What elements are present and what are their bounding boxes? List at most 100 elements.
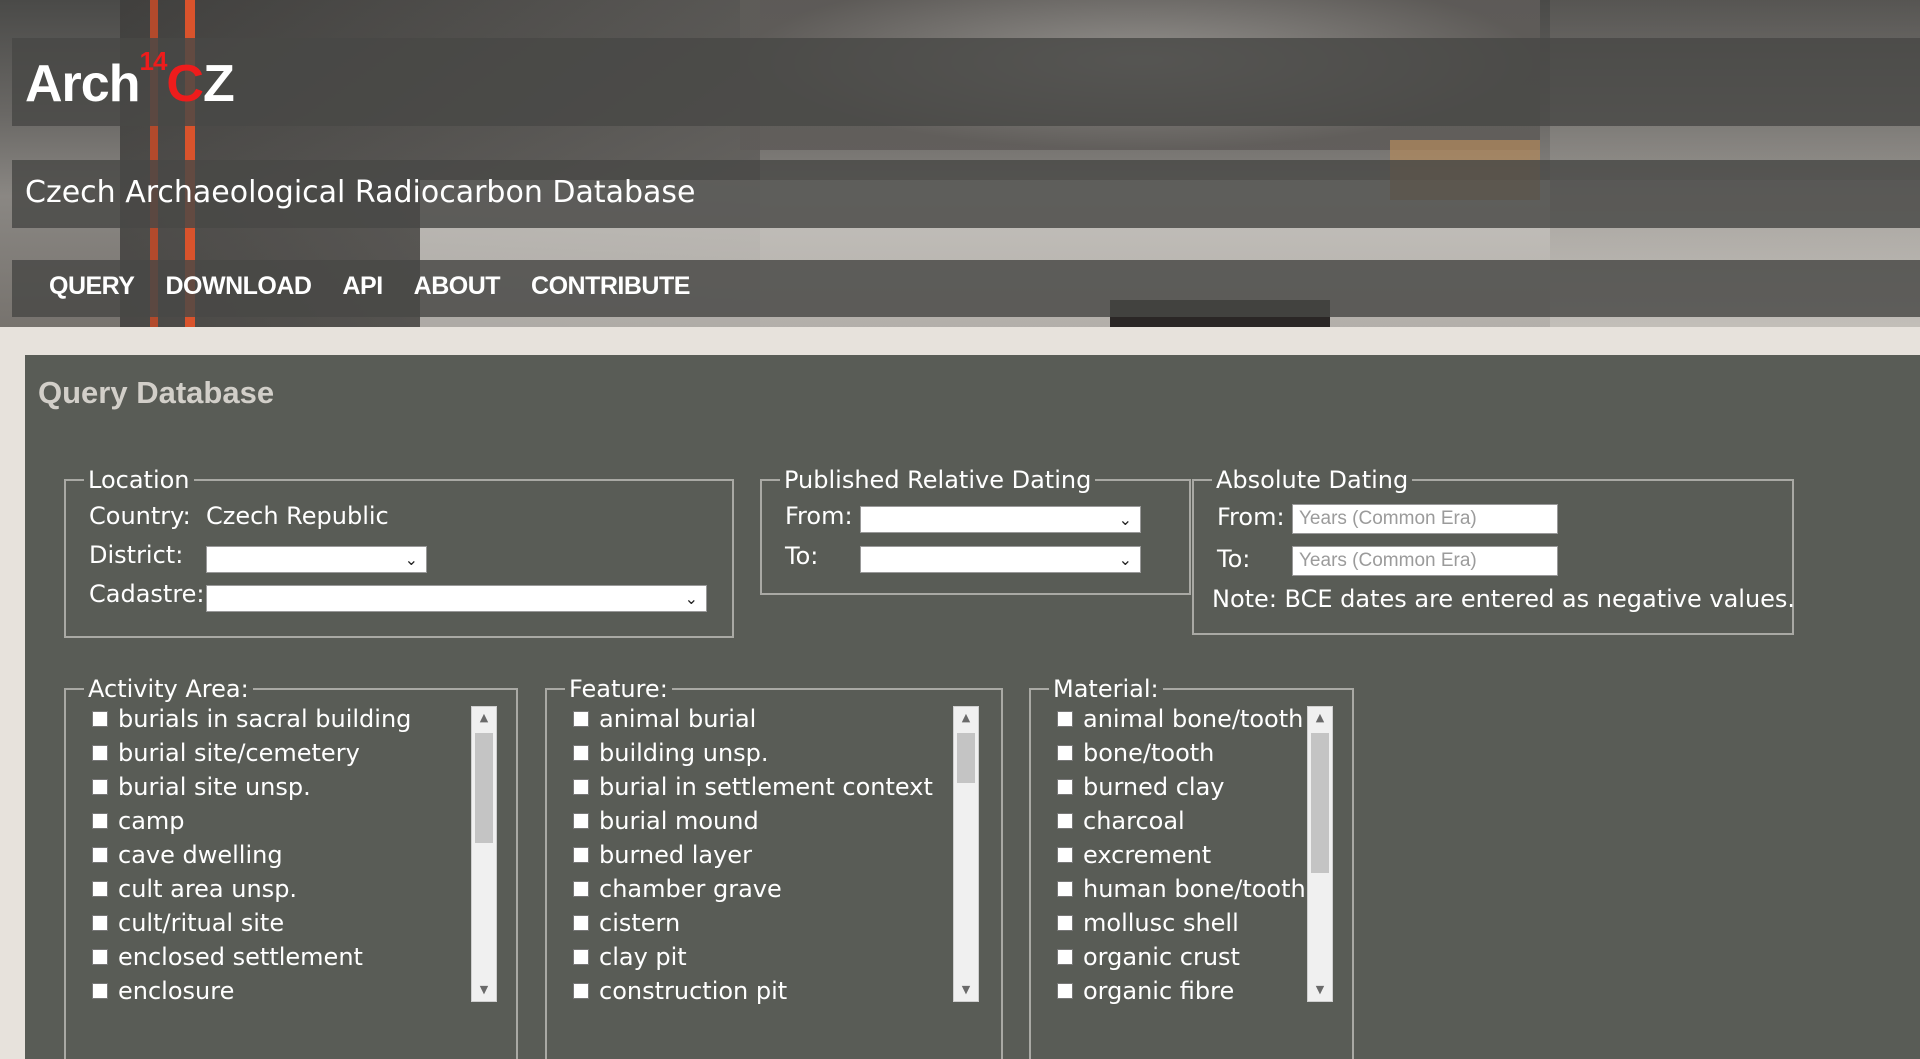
checkbox[interactable]	[573, 813, 589, 829]
list-item-label: construction pit	[599, 977, 788, 1004]
list-item[interactable]: burned layer	[573, 840, 752, 870]
list-item-label: burial site/cemetery	[118, 739, 360, 767]
list-item[interactable]: bone/tooth	[1057, 738, 1214, 768]
list-item[interactable]: enclosure	[92, 976, 234, 1004]
relative-to-select[interactable]: ⌄	[860, 546, 1141, 573]
list-item[interactable]: cult area unsp.	[92, 874, 297, 904]
list-item[interactable]: human bone/tooth	[1057, 874, 1306, 904]
checkbox[interactable]	[1057, 813, 1073, 829]
site-logo[interactable]: Arch14CZ	[25, 46, 235, 114]
list-item[interactable]: camp	[92, 806, 185, 836]
logo-superscript: 14	[139, 46, 167, 76]
nav-query[interactable]: QUERY	[49, 272, 135, 301]
checkbox[interactable]	[92, 711, 108, 727]
list-item-label: excrement	[1083, 841, 1212, 869]
absolute-to-input[interactable]	[1292, 546, 1558, 576]
feature-scrollbar[interactable]: ▲ ▼	[953, 706, 979, 1002]
checkbox[interactable]	[92, 813, 108, 829]
list-item[interactable]: excrement	[1057, 840, 1211, 870]
list-item-label: burned clay	[1083, 773, 1225, 801]
list-item-label: cave dwelling	[118, 841, 283, 869]
district-select[interactable]: ⌄	[206, 546, 427, 573]
list-item[interactable]: animal burial	[573, 704, 756, 734]
material-legend: Material:	[1053, 675, 1159, 703]
checkbox[interactable]	[573, 711, 589, 727]
list-item[interactable]: organic fibre	[1057, 976, 1234, 1004]
logo-red-letter: C	[166, 55, 204, 113]
checkbox[interactable]	[92, 983, 108, 999]
list-item-label: enclosed settlement	[118, 943, 363, 971]
list-item-label: cistern	[599, 909, 681, 937]
scroll-up-arrow-icon[interactable]: ▲	[472, 707, 496, 729]
scrollbar-thumb[interactable]	[957, 733, 975, 783]
checkbox[interactable]	[92, 779, 108, 795]
list-item[interactable]: cistern	[573, 908, 680, 938]
checkbox[interactable]	[1057, 881, 1073, 897]
scrollbar-thumb[interactable]	[475, 733, 493, 843]
list-item[interactable]: building unsp.	[573, 738, 769, 768]
activity-area-scrollbar[interactable]: ▲ ▼	[471, 706, 497, 1002]
scrollbar-thumb[interactable]	[1311, 733, 1329, 873]
list-item[interactable]: mollusc shell	[1057, 908, 1239, 938]
list-item-label: cult/ritual site	[118, 909, 285, 937]
list-item[interactable]: animal bone/tooth	[1057, 704, 1303, 734]
checkbox[interactable]	[92, 915, 108, 931]
list-item[interactable]: cult/ritual site	[92, 908, 284, 938]
list-item[interactable]: construction pit	[573, 976, 787, 1004]
relative-from-select[interactable]: ⌄	[860, 506, 1141, 533]
cadastre-select[interactable]: ⌄	[206, 585, 707, 612]
list-item[interactable]: charcoal	[1057, 806, 1185, 836]
scroll-down-arrow-icon[interactable]: ▼	[472, 979, 496, 1001]
checkbox[interactable]	[92, 949, 108, 965]
scroll-down-arrow-icon[interactable]: ▼	[954, 979, 978, 1001]
bce-note: Note: BCE dates are entered as negative …	[1212, 585, 1796, 613]
absolute-from-input[interactable]	[1292, 504, 1558, 534]
checkbox[interactable]	[92, 881, 108, 897]
scroll-up-arrow-icon[interactable]: ▲	[1308, 707, 1332, 729]
checkbox[interactable]	[1057, 745, 1073, 761]
list-item[interactable]: chamber grave	[573, 874, 782, 904]
absolute-to-label: To:	[1217, 545, 1251, 573]
scroll-up-arrow-icon[interactable]: ▲	[954, 707, 978, 729]
list-item[interactable]: burial in settlement context	[573, 772, 933, 802]
checkbox[interactable]	[1057, 983, 1073, 999]
list-item[interactable]: burial site unsp.	[92, 772, 311, 802]
checkbox[interactable]	[1057, 949, 1073, 965]
list-item[interactable]: organic crust	[1057, 942, 1240, 972]
nav-api[interactable]: API	[342, 272, 383, 301]
material-scrollbar[interactable]: ▲ ▼	[1307, 706, 1333, 1002]
checkbox[interactable]	[92, 745, 108, 761]
nav-contribute[interactable]: CONTRIBUTE	[531, 272, 690, 301]
checkbox[interactable]	[573, 983, 589, 999]
cadastre-label: Cadastre:	[89, 580, 205, 608]
list-item[interactable]: burial site/cemetery	[92, 738, 360, 768]
checkbox[interactable]	[573, 915, 589, 931]
list-item[interactable]: enclosed settlement	[92, 942, 363, 972]
checkbox[interactable]	[1057, 915, 1073, 931]
checkbox[interactable]	[1057, 847, 1073, 863]
district-label: District:	[89, 541, 184, 569]
main-nav: QUERY DOWNLOAD API ABOUT CONTRIBUTE	[49, 272, 721, 301]
checkbox[interactable]	[573, 745, 589, 761]
chevron-down-icon: ⌄	[1118, 550, 1132, 569]
list-item[interactable]: burned clay	[1057, 772, 1225, 802]
checkbox[interactable]	[1057, 711, 1073, 727]
header-banner: Arch14CZ Czech Archaeological Radiocarbo…	[0, 0, 1920, 327]
list-item-label: animal bone/tooth	[1083, 705, 1304, 733]
list-item[interactable]: burial mound	[573, 806, 759, 836]
checkbox[interactable]	[1057, 779, 1073, 795]
list-item-label: burned layer	[599, 841, 752, 869]
nav-about[interactable]: ABOUT	[414, 272, 501, 301]
location-legend: Location	[88, 466, 190, 494]
checkbox[interactable]	[573, 779, 589, 795]
nav-download[interactable]: DOWNLOAD	[165, 272, 311, 301]
checkbox[interactable]	[573, 847, 589, 863]
list-item[interactable]: cave dwelling	[92, 840, 283, 870]
list-item[interactable]: burials in sacral building	[92, 704, 411, 734]
checkbox[interactable]	[573, 949, 589, 965]
list-item[interactable]: clay pit	[573, 942, 687, 972]
checkbox[interactable]	[92, 847, 108, 863]
checkbox[interactable]	[573, 881, 589, 897]
scroll-down-arrow-icon[interactable]: ▼	[1308, 979, 1332, 1001]
activity-area-list: burials in sacral building burial site/ce…	[92, 704, 492, 1004]
